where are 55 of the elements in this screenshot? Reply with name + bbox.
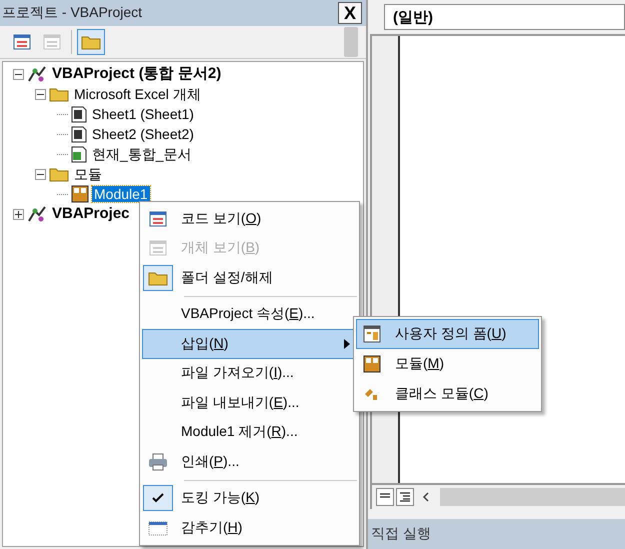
code-window-icon <box>149 210 167 227</box>
tree-item[interactable]: Sheet2 (Sheet2) <box>90 126 196 142</box>
sheet-icon <box>71 106 87 122</box>
tree-item[interactable]: VBAProjec <box>50 206 132 222</box>
lines-icon <box>400 492 410 502</box>
form-icon <box>363 325 381 343</box>
checkmark-icon <box>152 493 164 504</box>
scrollbar-track[interactable] <box>440 488 625 506</box>
tree-item[interactable]: 현재_통합_문서 <box>90 146 194 162</box>
panel-title: 프로젝트 - VBAProject <box>2 4 142 22</box>
code-window-icon <box>13 34 31 50</box>
folder-icon <box>49 166 69 182</box>
menu-item[interactable]: VBAProject 속성(E)... <box>142 300 357 329</box>
toolbar-button[interactable] <box>77 29 105 55</box>
tree-item[interactable]: VBAProject (통합 문서2) <box>50 66 224 82</box>
full-module-view-button[interactable] <box>396 488 414 506</box>
scroll-left-icon[interactable] <box>422 492 430 502</box>
menu-item[interactable]: Module1 제거(R)... <box>142 418 357 447</box>
object-dropdown[interactable]: (일반) <box>384 4 625 30</box>
tree-item[interactable]: Microsoft Excel 개체 <box>72 86 203 102</box>
project-icon <box>27 65 47 83</box>
menu-item[interactable]: 감추기(H) <box>142 513 357 542</box>
menu-item[interactable]: 모듈(M) <box>356 349 539 379</box>
sheet-icon <box>71 126 87 142</box>
expand-toggle-icon[interactable] <box>13 208 24 220</box>
menu-item[interactable]: 파일 내보내기(E)... <box>142 388 357 418</box>
immediate-title: 직접 실행 <box>371 525 431 543</box>
toolbar-grip[interactable] <box>344 27 358 57</box>
tree-item[interactable]: 모듈 <box>72 166 104 182</box>
menu-item[interactable]: 파일 가져오기(I)... <box>142 358 357 388</box>
project-icon <box>27 205 47 223</box>
folder-icon <box>49 86 69 102</box>
menu-item[interactable]: 폴더 설정/해제 <box>142 263 357 292</box>
menu-item[interactable]: 사용자 정의 폼(U) <box>356 319 539 349</box>
module-icon <box>71 185 89 203</box>
procedure-view-button[interactable] <box>376 488 394 506</box>
workbook-icon <box>71 146 87 162</box>
close-button[interactable]: X <box>338 2 362 24</box>
menu-item[interactable]: 인쇄(P)... <box>142 447 357 476</box>
collapse-toggle-icon[interactable] <box>13 68 24 80</box>
menu-item[interactable]: 코드 보기(O) <box>142 204 357 234</box>
folder-icon <box>148 270 168 286</box>
tree-item[interactable]: Module1 <box>92 186 150 202</box>
window-icon <box>148 520 168 536</box>
collapse-toggle-icon[interactable] <box>35 88 46 100</box>
menu-item[interactable]: 도킹 가능(K) <box>142 484 357 513</box>
collapse-toggle-icon[interactable] <box>35 168 46 180</box>
menu-item[interactable]: 클래스 모듈(C) <box>356 379 539 409</box>
folder-icon <box>81 34 101 50</box>
printer-icon <box>148 452 168 471</box>
module-icon <box>363 355 381 373</box>
tree-item[interactable]: Sheet1 (Sheet1) <box>90 106 196 122</box>
submenu-arrow-icon <box>344 338 350 349</box>
form-grid-icon <box>149 240 167 256</box>
form-grid-icon <box>43 34 61 50</box>
